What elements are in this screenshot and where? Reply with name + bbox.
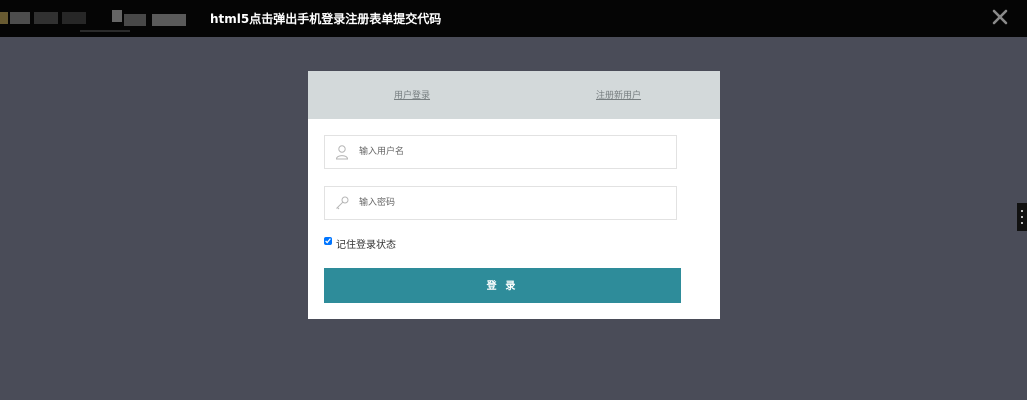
remember-label: 记住登录状态	[336, 240, 396, 251]
side-scroll-handle[interactable]	[1017, 203, 1027, 231]
login-modal: 用户登录 注册新用户 记住登录状态 登 录	[308, 71, 720, 319]
key-icon	[334, 195, 350, 211]
top-bar: html5点击弹出手机登录注册表单提交代码	[0, 0, 1027, 37]
password-input[interactable]	[359, 193, 659, 213]
password-field[interactable]	[324, 186, 677, 220]
tab-register[interactable]: 注册新用户	[596, 88, 641, 101]
username-input[interactable]	[359, 142, 659, 162]
login-button[interactable]: 登 录	[324, 268, 681, 303]
close-icon[interactable]	[990, 7, 1010, 27]
site-logo[interactable]	[0, 8, 190, 32]
tab-login[interactable]: 用户登录	[394, 88, 430, 101]
user-icon	[334, 144, 350, 160]
tab-bar: 用户登录 注册新用户	[308, 71, 720, 119]
page-title: html5点击弹出手机登录注册表单提交代码	[210, 12, 442, 26]
remember-checkbox[interactable]	[324, 237, 332, 245]
username-field[interactable]	[324, 135, 677, 169]
